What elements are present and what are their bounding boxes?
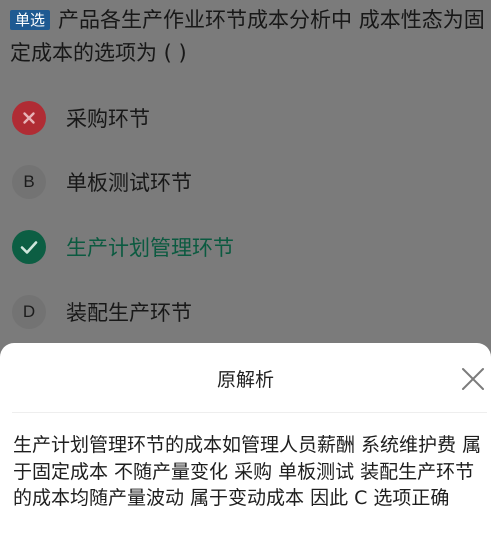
question-text: 产品各生产作业环节成本分析中 成本性态为固定成本的选项为 ( ) (10, 8, 485, 65)
option-d-marker: D (12, 295, 46, 329)
close-icon (12, 101, 46, 135)
analysis-sheet: 原解析 生产计划管理环节的成本如管理人员薪酬 系统维护费 属于固定成本 不随产量… (0, 343, 491, 550)
option-b[interactable]: B 单板测试环节 (12, 165, 192, 199)
sheet-title: 原解析 (216, 369, 274, 391)
option-d-text: 装配生产环节 (66, 301, 192, 325)
option-b-marker: B (12, 165, 46, 199)
analysis-text: 生产计划管理环节的成本如管理人员薪酬 系统维护费 属于固定成本 不随产量变化 采… (13, 434, 482, 509)
option-a-text: 采购环节 (66, 107, 150, 131)
check-icon (12, 230, 46, 264)
option-a[interactable]: 采购环节 (12, 101, 150, 135)
close-icon[interactable] (461, 367, 485, 391)
option-c-text: 生产计划管理环节 (66, 236, 234, 260)
question-type-badge: 单选 (10, 10, 51, 30)
sheet-divider (12, 412, 487, 413)
question-stem: 单选 产品各生产作业环节成本分析中 成本性态为固定成本的选项为 ( ) (10, 4, 485, 70)
option-b-text: 单板测试环节 (66, 171, 192, 195)
option-d[interactable]: D 装配生产环节 (12, 295, 192, 329)
option-c[interactable]: 生产计划管理环节 (12, 230, 234, 264)
